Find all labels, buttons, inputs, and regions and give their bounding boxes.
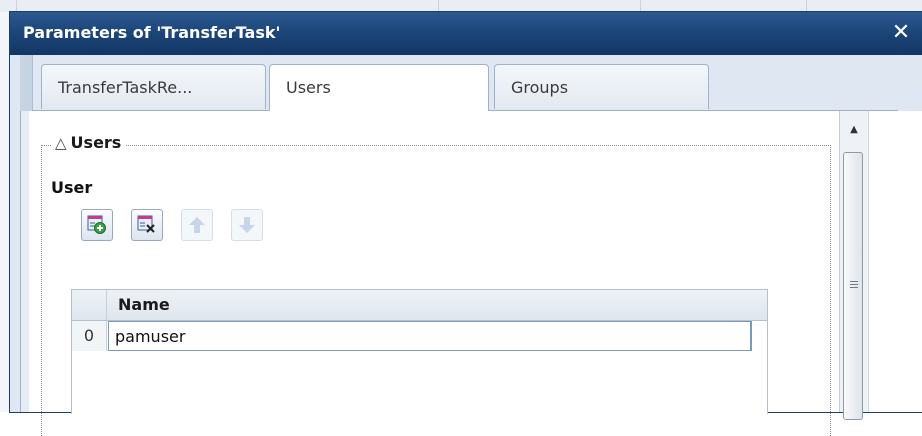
scroll-up-button[interactable]: ▲ [840,119,868,141]
grip-icon [850,281,858,290]
tab-label: TransferTaskRe... [58,78,193,97]
add-row-icon [87,215,106,234]
grid-header: Name [72,290,767,321]
move-up-button[interactable] [181,209,213,241]
section-title: Users [70,133,122,152]
user-field-label: User [51,178,93,197]
collapse-triangle-icon: △ [55,134,67,152]
content-left-rail [21,111,29,412]
scroll-thumb[interactable] [843,152,863,420]
background-divider [806,0,807,12]
dialog-titlebar[interactable]: Parameters of 'TransferTask' ✕ [10,12,922,55]
move-up-icon [189,217,205,233]
row-index-header [72,290,107,320]
tab-strip: TransferTaskRe... Users Groups [10,55,922,111]
tab-content-users: △ Users User Name 0 pamuser [20,111,839,436]
tab-strip-rail [20,55,33,111]
background-divider [438,0,439,12]
scroll-up-arrow-icon: ▲ [850,124,858,135]
tab-users[interactable]: Users [269,64,489,111]
table-row: 0 [72,321,767,351]
add-row-button[interactable] [81,209,113,241]
tab-transfertaskre[interactable]: TransferTaskRe... [41,64,266,109]
move-down-button[interactable] [231,209,263,241]
close-icon: ✕ [891,20,911,45]
parameters-dialog: Parameters of 'TransferTask' ✕ TransferT… [10,12,922,436]
user-name-input[interactable] [108,321,752,351]
delete-row-icon [137,215,155,233]
column-header-name[interactable]: Name [118,295,170,314]
move-down-icon [239,217,255,233]
background-divider [640,0,641,12]
users-grid: Name 0 [71,289,768,414]
dialog-title: Parameters of 'TransferTask' [23,23,281,42]
tab-groups[interactable]: Groups [494,64,709,109]
row-index: 0 [72,321,107,351]
delete-row-button[interactable] [131,209,163,241]
close-button[interactable]: ✕ [890,21,912,45]
right-side-panel [868,111,922,412]
tab-label: Groups [511,78,569,97]
users-section-header[interactable]: △ Users [51,133,126,152]
vertical-scrollbar[interactable]: ▲ [839,111,868,420]
background-divider [16,0,17,12]
tab-label: Users [286,78,331,97]
